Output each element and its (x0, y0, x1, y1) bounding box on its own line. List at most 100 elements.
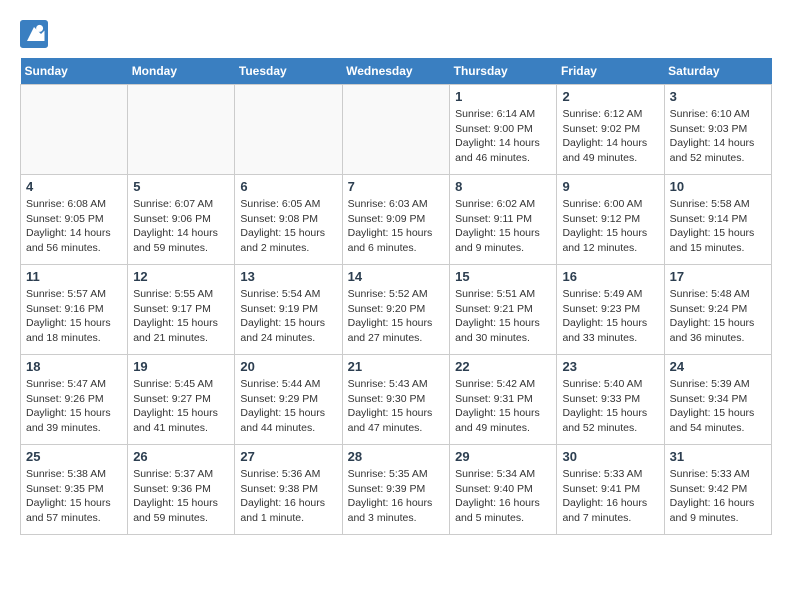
day-number: 26 (133, 449, 229, 464)
day-info: Sunrise: 6:07 AM Sunset: 9:06 PM Dayligh… (133, 197, 229, 256)
calendar-cell: 12 Sunrise: 5:55 AM Sunset: 9:17 PM Dayli… (128, 265, 235, 355)
day-number: 15 (455, 269, 551, 284)
calendar-cell: 7 Sunrise: 6:03 AM Sunset: 9:09 PM Daylig… (342, 175, 450, 265)
day-number: 31 (670, 449, 766, 464)
calendar-cell: 22 Sunrise: 5:42 AM Sunset: 9:31 PM Dayli… (450, 355, 557, 445)
calendar-cell: 17Sunrise: 5:48 AM Sunset: 9:24 PM Dayli… (664, 265, 771, 355)
day-info: Sunrise: 5:35 AM Sunset: 9:39 PM Dayligh… (348, 467, 445, 526)
day-number: 3 (670, 89, 766, 104)
calendar-week-row: 1 Sunrise: 6:14 AM Sunset: 9:00 PM Daylig… (21, 85, 772, 175)
day-number: 21 (348, 359, 445, 374)
calendar-week-row: 18 Sunrise: 5:47 AM Sunset: 9:26 PM Dayli… (21, 355, 772, 445)
day-info: Sunrise: 5:42 AM Sunset: 9:31 PM Dayligh… (455, 377, 551, 436)
logo (20, 20, 52, 48)
day-info: Sunrise: 5:39 AM Sunset: 9:34 PM Dayligh… (670, 377, 766, 436)
calendar-cell: 14Sunrise: 5:52 AM Sunset: 9:20 PM Dayli… (342, 265, 450, 355)
day-info: Sunrise: 5:40 AM Sunset: 9:33 PM Dayligh… (562, 377, 658, 436)
calendar-cell: 9 Sunrise: 6:00 AM Sunset: 9:12 PM Daylig… (557, 175, 664, 265)
calendar-cell: 11 Sunrise: 5:57 AM Sunset: 9:16 PM Dayli… (21, 265, 128, 355)
column-header-friday: Friday (557, 58, 664, 85)
calendar-cell: 26 Sunrise: 5:37 AM Sunset: 9:36 PM Dayli… (128, 445, 235, 535)
day-info: Sunrise: 5:44 AM Sunset: 9:29 PM Dayligh… (240, 377, 336, 436)
day-number: 12 (133, 269, 229, 284)
day-number: 2 (562, 89, 658, 104)
calendar-cell: 10Sunrise: 5:58 AM Sunset: 9:14 PM Dayli… (664, 175, 771, 265)
calendar-cell: 13 Sunrise: 5:54 AM Sunset: 9:19 PM Dayli… (235, 265, 342, 355)
column-header-thursday: Thursday (450, 58, 557, 85)
day-info: Sunrise: 5:33 AM Sunset: 9:41 PM Dayligh… (562, 467, 658, 526)
day-info: Sunrise: 5:57 AM Sunset: 9:16 PM Dayligh… (26, 287, 122, 346)
column-header-sunday: Sunday (21, 58, 128, 85)
calendar-cell: 6Sunrise: 6:05 AM Sunset: 9:08 PM Daylig… (235, 175, 342, 265)
day-number: 29 (455, 449, 551, 464)
day-number: 9 (562, 179, 658, 194)
day-number: 23 (562, 359, 658, 374)
day-info: Sunrise: 5:33 AM Sunset: 9:42 PM Dayligh… (670, 467, 766, 526)
calendar-cell: 24Sunrise: 5:39 AM Sunset: 9:34 PM Dayli… (664, 355, 771, 445)
calendar-table: SundayMondayTuesdayWednesdayThursdayFrid… (20, 58, 772, 535)
day-info: Sunrise: 5:51 AM Sunset: 9:21 PM Dayligh… (455, 287, 551, 346)
day-number: 25 (26, 449, 122, 464)
day-info: Sunrise: 6:10 AM Sunset: 9:03 PM Dayligh… (670, 107, 766, 166)
day-info: Sunrise: 5:52 AM Sunset: 9:20 PM Dayligh… (348, 287, 445, 346)
calendar-cell: 4 Sunrise: 6:08 AM Sunset: 9:05 PM Daylig… (21, 175, 128, 265)
page-header (20, 20, 772, 48)
day-number: 22 (455, 359, 551, 374)
calendar-cell: 5Sunrise: 6:07 AM Sunset: 9:06 PM Daylig… (128, 175, 235, 265)
calendar-cell (342, 85, 450, 175)
day-info: Sunrise: 6:14 AM Sunset: 9:00 PM Dayligh… (455, 107, 551, 166)
calendar-cell: 3 Sunrise: 6:10 AM Sunset: 9:03 PM Daylig… (664, 85, 771, 175)
day-number: 30 (562, 449, 658, 464)
day-number: 19 (133, 359, 229, 374)
day-info: Sunrise: 5:47 AM Sunset: 9:26 PM Dayligh… (26, 377, 122, 436)
calendar-cell: 18 Sunrise: 5:47 AM Sunset: 9:26 PM Dayli… (21, 355, 128, 445)
logo-icon (20, 20, 48, 48)
day-info: Sunrise: 5:45 AM Sunset: 9:27 PM Dayligh… (133, 377, 229, 436)
calendar-cell: 31 Sunrise: 5:33 AM Sunset: 9:42 PM Dayli… (664, 445, 771, 535)
day-number: 18 (26, 359, 122, 374)
day-info: Sunrise: 5:38 AM Sunset: 9:35 PM Dayligh… (26, 467, 122, 526)
day-info: Sunrise: 5:49 AM Sunset: 9:23 PM Dayligh… (562, 287, 658, 346)
day-info: Sunrise: 5:34 AM Sunset: 9:40 PM Dayligh… (455, 467, 551, 526)
day-info: Sunrise: 5:54 AM Sunset: 9:19 PM Dayligh… (240, 287, 336, 346)
day-info: Sunrise: 5:36 AM Sunset: 9:38 PM Dayligh… (240, 467, 336, 526)
column-header-monday: Monday (128, 58, 235, 85)
calendar-cell (128, 85, 235, 175)
calendar-week-row: 25 Sunrise: 5:38 AM Sunset: 9:35 PM Dayli… (21, 445, 772, 535)
day-info: Sunrise: 6:00 AM Sunset: 9:12 PM Dayligh… (562, 197, 658, 256)
column-header-saturday: Saturday (664, 58, 771, 85)
day-number: 7 (348, 179, 445, 194)
day-info: Sunrise: 6:12 AM Sunset: 9:02 PM Dayligh… (562, 107, 658, 166)
calendar-cell: 15 Sunrise: 5:51 AM Sunset: 9:21 PM Dayli… (450, 265, 557, 355)
day-info: Sunrise: 6:08 AM Sunset: 9:05 PM Dayligh… (26, 197, 122, 256)
day-info: Sunrise: 5:43 AM Sunset: 9:30 PM Dayligh… (348, 377, 445, 436)
calendar-cell: 20 Sunrise: 5:44 AM Sunset: 9:29 PM Dayli… (235, 355, 342, 445)
day-number: 16 (562, 269, 658, 284)
day-info: Sunrise: 5:37 AM Sunset: 9:36 PM Dayligh… (133, 467, 229, 526)
calendar-cell: 8Sunrise: 6:02 AM Sunset: 9:11 PM Daylig… (450, 175, 557, 265)
calendar-week-row: 11 Sunrise: 5:57 AM Sunset: 9:16 PM Dayli… (21, 265, 772, 355)
calendar-header-row: SundayMondayTuesdayWednesdayThursdayFrid… (21, 58, 772, 85)
calendar-cell: 27 Sunrise: 5:36 AM Sunset: 9:38 PM Dayli… (235, 445, 342, 535)
calendar-cell: 1 Sunrise: 6:14 AM Sunset: 9:00 PM Daylig… (450, 85, 557, 175)
calendar-cell: 21 Sunrise: 5:43 AM Sunset: 9:30 PM Dayli… (342, 355, 450, 445)
day-info: Sunrise: 5:48 AM Sunset: 9:24 PM Dayligh… (670, 287, 766, 346)
column-header-wednesday: Wednesday (342, 58, 450, 85)
day-number: 4 (26, 179, 122, 194)
day-number: 13 (240, 269, 336, 284)
day-info: Sunrise: 5:55 AM Sunset: 9:17 PM Dayligh… (133, 287, 229, 346)
day-number: 11 (26, 269, 122, 284)
day-info: Sunrise: 6:03 AM Sunset: 9:09 PM Dayligh… (348, 197, 445, 256)
calendar-cell (235, 85, 342, 175)
day-info: Sunrise: 6:05 AM Sunset: 9:08 PM Dayligh… (240, 197, 336, 256)
calendar-cell: 19 Sunrise: 5:45 AM Sunset: 9:27 PM Dayli… (128, 355, 235, 445)
day-number: 28 (348, 449, 445, 464)
column-header-tuesday: Tuesday (235, 58, 342, 85)
calendar-cell: 25 Sunrise: 5:38 AM Sunset: 9:35 PM Dayli… (21, 445, 128, 535)
day-number: 8 (455, 179, 551, 194)
calendar-cell (21, 85, 128, 175)
day-number: 27 (240, 449, 336, 464)
calendar-cell: 23 Sunrise: 5:40 AM Sunset: 9:33 PM Dayli… (557, 355, 664, 445)
day-number: 20 (240, 359, 336, 374)
day-number: 1 (455, 89, 551, 104)
